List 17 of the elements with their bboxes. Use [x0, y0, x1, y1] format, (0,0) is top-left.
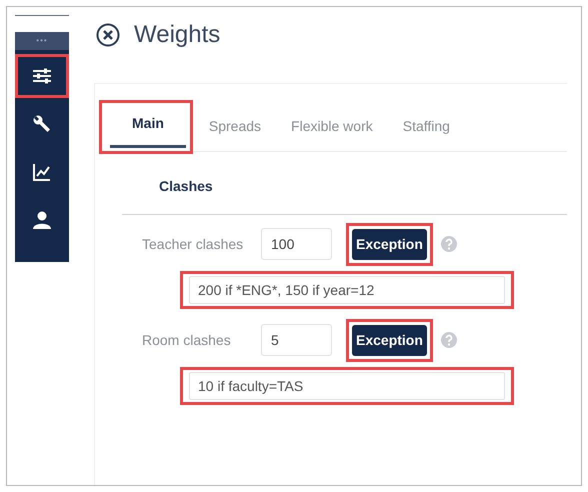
section-title: Clashes: [122, 152, 567, 215]
field-label: Room clashes: [142, 332, 232, 348]
exception-field[interactable]: 200 if *ENG*, 150 if year=12: [189, 276, 505, 304]
user-icon: [33, 211, 51, 229]
weight-field[interactable]: 5: [261, 324, 332, 356]
chart-icon: [33, 163, 51, 181]
weight-field[interactable]: 100: [261, 228, 332, 260]
exception-button[interactable]: Exception: [352, 228, 427, 260]
exception-field[interactable]: 10 if faculty=TAS: [189, 372, 505, 400]
page-title: Weights: [134, 21, 220, 49]
sliders-icon: [32, 68, 52, 84]
wrench-icon: [33, 115, 51, 133]
tab[interactable]: Main: [110, 103, 186, 148]
sidebar-item[interactable]: [15, 54, 69, 98]
close-icon[interactable]: [96, 23, 120, 47]
field-label: Teacher clashes: [142, 236, 244, 252]
exception-button[interactable]: Exception: [352, 324, 427, 356]
